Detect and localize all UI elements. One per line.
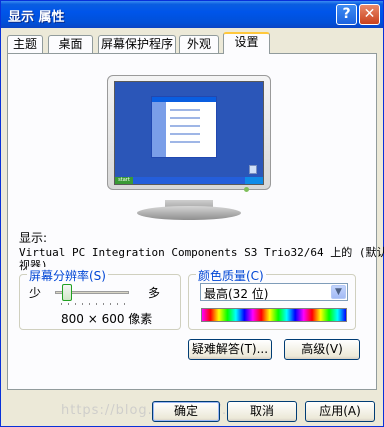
cancel-button[interactable]: 取消 xyxy=(227,401,297,422)
resolution-value: 800 × 600 像素 xyxy=(61,312,153,326)
color-quality-select[interactable]: 最高(32 位) ▼ xyxy=(200,283,348,301)
tab-appearance[interactable]: 外观 xyxy=(179,35,219,53)
color-quality-legend: 颜色质量(C) xyxy=(196,267,266,284)
resolution-slider-ticks xyxy=(61,303,131,305)
window-title: 显示 属性 xyxy=(8,10,65,25)
resolution-less-label: 少 xyxy=(29,286,42,300)
tab-desktop[interactable]: 桌面 xyxy=(48,35,93,53)
resolution-more-label: 多 xyxy=(148,286,161,300)
display-properties-window: 显示 属性 ? ✕ 主题 桌面 屏幕保护程序 外观 设置 start 显示: V… xyxy=(0,0,384,427)
preview-taskbar: start xyxy=(115,177,263,184)
preview-window xyxy=(151,96,217,158)
display-device-line1: Virtual PC Integration Components S3 Tri… xyxy=(19,246,384,259)
ok-button[interactable]: 确定 xyxy=(152,401,220,422)
monitor-stand xyxy=(137,206,241,220)
chevron-down-icon[interactable]: ▼ xyxy=(331,285,346,299)
close-button[interactable]: ✕ xyxy=(359,4,380,25)
tab-theme[interactable]: 主题 xyxy=(7,35,43,53)
tab-settings[interactable]: 设置 xyxy=(223,32,270,54)
color-quality-value: 最高(32 位) xyxy=(204,287,269,301)
recycle-bin-icon xyxy=(249,165,257,174)
tab-screensaver[interactable]: 屏幕保护程序 xyxy=(98,35,176,53)
power-led-icon xyxy=(244,187,249,192)
preview-start-button: start xyxy=(115,177,133,184)
help-button[interactable]: ? xyxy=(336,4,357,25)
advanced-button[interactable]: 高级(V) xyxy=(284,339,360,360)
title-bar[interactable]: 显示 属性 ? ✕ xyxy=(1,1,383,28)
troubleshoot-button[interactable]: 疑难解答(T)... xyxy=(188,339,272,360)
color-spectrum-bar xyxy=(201,308,347,322)
resolution-slider-thumb[interactable] xyxy=(62,284,72,301)
apply-button[interactable]: 应用(A) xyxy=(305,401,375,422)
desktop-preview-screen: start xyxy=(114,81,264,185)
resolution-legend: 屏幕分辨率(S) xyxy=(27,267,108,284)
